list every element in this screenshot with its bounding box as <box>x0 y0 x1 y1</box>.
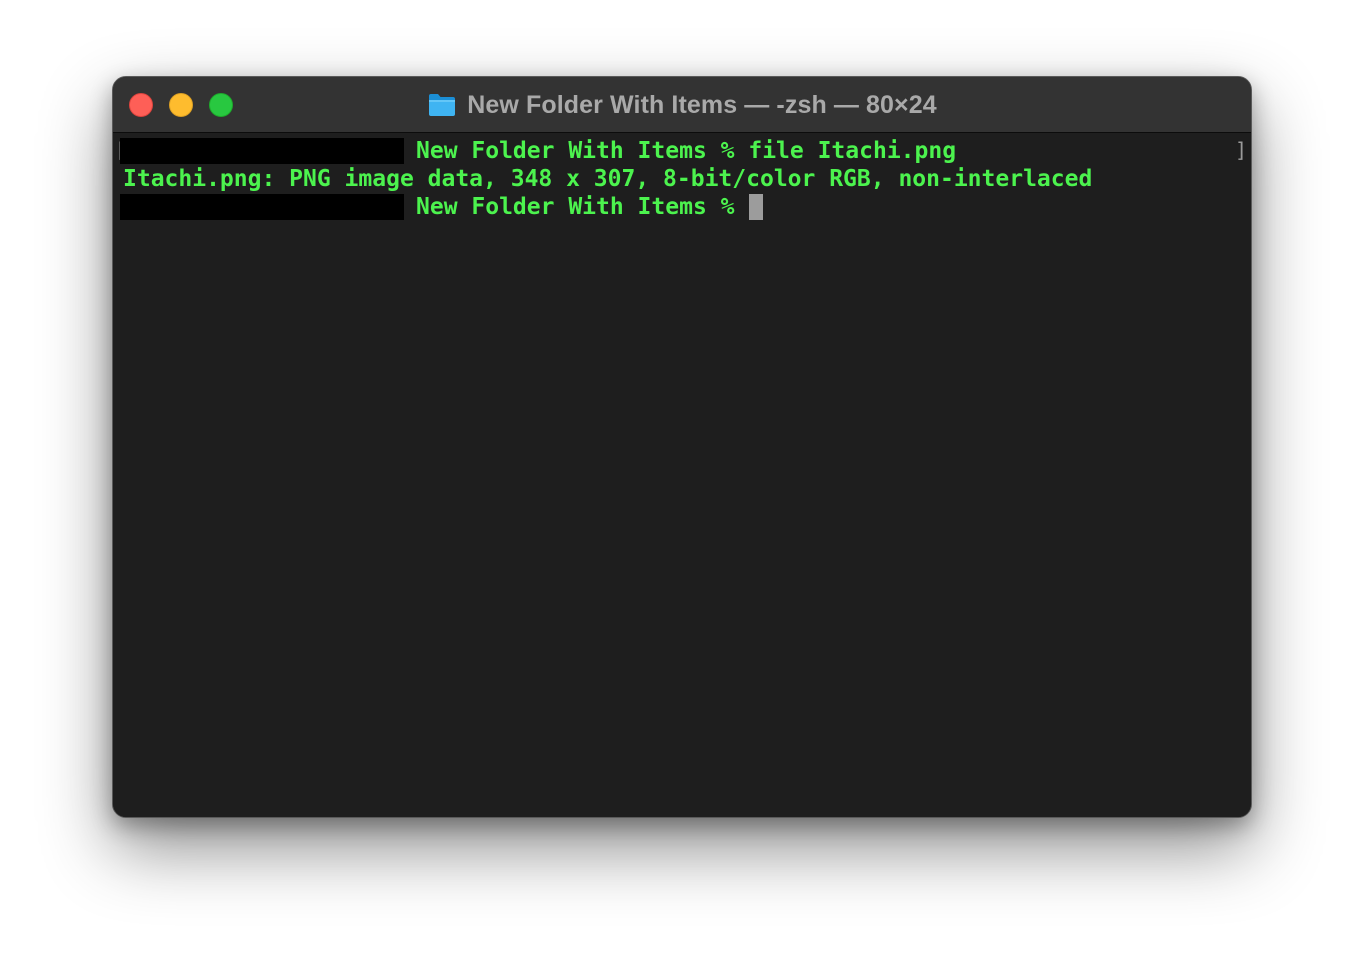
folder-icon <box>427 92 457 118</box>
command-text: file Itachi.png <box>734 138 957 164</box>
window-title: New Folder With Items — -zsh — 80×24 <box>467 90 937 119</box>
prompt-text: New Folder With Items % <box>416 194 735 220</box>
terminal-line-3: New Folder With Items % <box>120 193 763 221</box>
text-cursor <box>748 194 763 220</box>
terminal-line-1: New Folder With Items % file Itachi.png <box>120 137 956 165</box>
title-bar[interactable]: New Folder With Items — -zsh — 80×24 <box>113 77 1251 133</box>
redacted-block <box>120 138 404 164</box>
prompt-text: New Folder With Items % <box>416 138 735 164</box>
redacted-block <box>120 194 404 220</box>
terminal-content[interactable]: [ ] New Folder With Items % file Itachi.… <box>113 134 1251 817</box>
window-title-container: New Folder With Items — -zsh — 80×24 <box>113 77 1251 133</box>
output-text: Itachi.png: PNG image data, 348 x 307, 8… <box>123 166 1093 192</box>
right-bracket-marker: ] <box>1234 138 1247 162</box>
terminal-window: New Folder With Items — -zsh — 80×24 [ ]… <box>112 76 1252 818</box>
terminal-line-2: Itachi.png: PNG image data, 348 x 307, 8… <box>123 165 1092 193</box>
